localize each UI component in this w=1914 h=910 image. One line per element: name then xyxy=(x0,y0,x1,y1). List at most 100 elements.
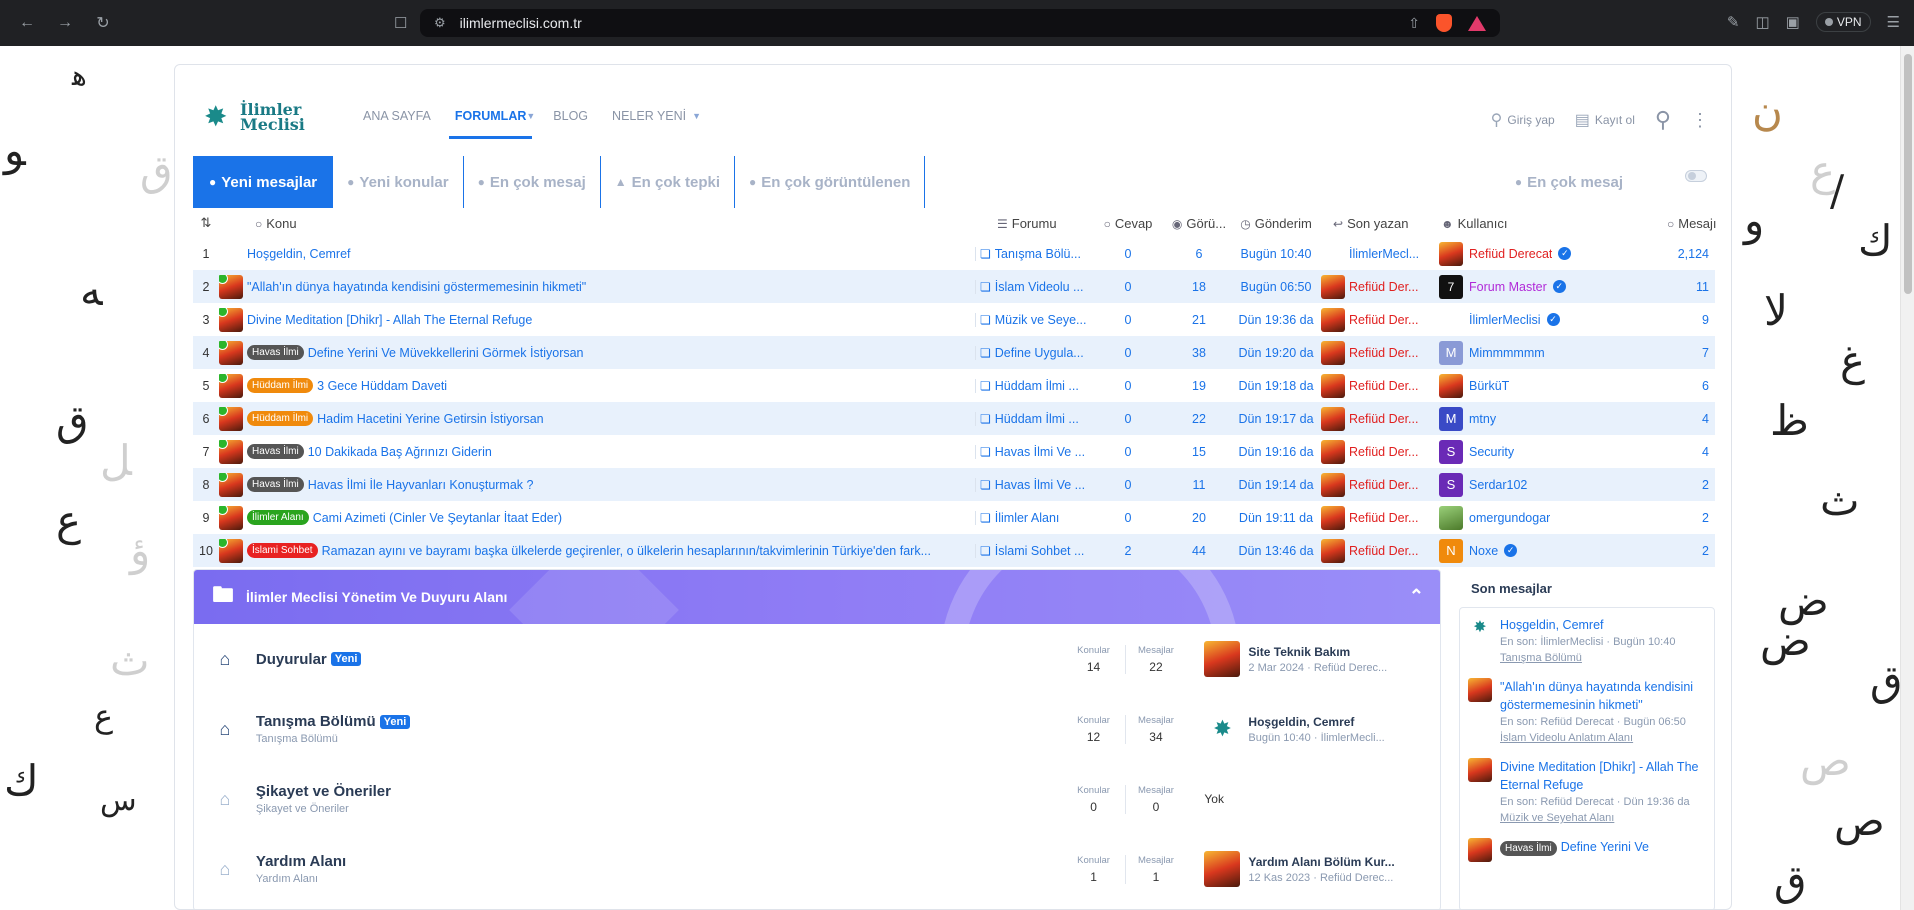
brave-shield-icon[interactable] xyxy=(1436,14,1452,32)
avatar[interactable] xyxy=(219,472,243,497)
share-icon[interactable]: ⇧ xyxy=(1408,15,1420,32)
post-date[interactable]: Dün 19:14 da xyxy=(1235,478,1317,492)
extensions-icon[interactable]: ✎ xyxy=(1727,13,1740,31)
topic-link[interactable]: Ramazan ayını ve bayramı başka ülkelerde… xyxy=(322,544,931,558)
vpn-button[interactable]: VPN xyxy=(1815,12,1871,32)
more-options-icon[interactable]: ⋮ xyxy=(1691,110,1709,131)
user-link[interactable]: Forum Master xyxy=(1469,280,1547,294)
user-link[interactable]: mtny xyxy=(1469,412,1496,426)
col-messages[interactable]: ○ Mesajı xyxy=(1667,216,1717,231)
avatar[interactable] xyxy=(1321,307,1345,332)
prefix-badge[interactable]: İlimler Alanı xyxy=(247,510,309,525)
topic-link[interactable]: 10 Dakikada Baş Ağrınızı Giderin xyxy=(308,445,492,459)
topic-link[interactable]: Define Yerini Ve Müvekkellerini Görmek İ… xyxy=(308,346,584,360)
layout-toggle[interactable] xyxy=(1685,170,1707,182)
nav-home[interactable]: ANA SAYFA xyxy=(351,109,443,139)
forward-icon[interactable]: → xyxy=(54,12,76,34)
avatar[interactable]: M xyxy=(1439,406,1463,431)
bookmark-icon[interactable]: ☐ xyxy=(394,14,407,32)
tab-most-viewed[interactable]: ● En çok görüntülenen xyxy=(735,156,926,208)
tab-new-topics[interactable]: ● Yeni konular xyxy=(333,156,464,208)
forum-link[interactable]: Hüddam İlmi ... xyxy=(995,379,1079,393)
url-text[interactable]: ilimlermeclisi.com.tr xyxy=(460,15,582,31)
post-date[interactable]: Bugün 10:40 xyxy=(1235,247,1317,261)
latest-post-forum-link[interactable]: Müzik ve Seyehat Alanı xyxy=(1500,810,1706,826)
topic-link[interactable]: Cami Azimeti (Cinler Ve Şeytanlar İtaat … xyxy=(313,511,562,525)
post-date[interactable]: Dün 19:16 da xyxy=(1235,445,1317,459)
latest-post-link[interactable]: "Allah'ın dünya hayatında kendisini göst… xyxy=(1500,680,1693,712)
col-user[interactable]: ☻ Kullanıcı xyxy=(1435,216,1667,231)
last-poster-link[interactable]: Refiüd Der... xyxy=(1349,511,1418,525)
avatar[interactable] xyxy=(1321,274,1345,299)
search-icon[interactable]: ⚲ xyxy=(1655,107,1671,133)
avatar[interactable] xyxy=(1468,838,1492,862)
col-last-poster[interactable]: ↩ Son yazan xyxy=(1317,216,1435,231)
avatar[interactable] xyxy=(1439,241,1463,266)
reply-count[interactable]: 2 xyxy=(1093,544,1163,558)
prefix-badge[interactable]: Hüddam İlmi xyxy=(247,378,314,393)
avatar[interactable] xyxy=(1321,340,1345,365)
forum-node-link[interactable]: Yardım Alanı xyxy=(256,853,346,870)
reload-icon[interactable]: ↻ xyxy=(92,12,114,34)
last-poster-link[interactable]: Refiüd Der... xyxy=(1349,445,1418,459)
category-header[interactable]: 🖿 İlimler Meclisi Yönetim Ve Duyuru Alan… xyxy=(194,570,1440,624)
avatar[interactable]: M xyxy=(1439,340,1463,365)
login-link[interactable]: ⚲ Giriş yap xyxy=(1491,110,1555,130)
avatar[interactable]: ✸ xyxy=(1204,711,1240,747)
avatar[interactable] xyxy=(1439,373,1463,398)
post-date[interactable]: Dün 19:20 da xyxy=(1235,346,1317,360)
avatar[interactable] xyxy=(1439,505,1463,530)
avatar[interactable]: 7 xyxy=(1439,274,1463,299)
forum-node-link[interactable]: Şikayet ve Öneriler xyxy=(256,783,391,800)
wallet-icon[interactable]: ▣ xyxy=(1786,13,1800,31)
post-date[interactable]: Dün 19:18 da xyxy=(1235,379,1317,393)
forum-link[interactable]: Havas İlmi Ve ... xyxy=(995,478,1085,492)
forum-link[interactable]: Müzik ve Seye... xyxy=(995,313,1087,327)
avatar[interactable]: S xyxy=(1439,439,1463,464)
brave-rewards-icon[interactable] xyxy=(1468,15,1486,31)
topic-link[interactable]: Divine Meditation [Dhikr] - Allah The Et… xyxy=(247,313,532,327)
latest-post-forum-link[interactable]: İslam Videolu Anlatım Alanı xyxy=(1500,730,1706,746)
forum-node-link[interactable]: Tanışma Bölümü xyxy=(256,713,376,730)
user-link[interactable]: İlimlerMeclisi xyxy=(1469,313,1541,327)
user-link[interactable]: omergundogar xyxy=(1469,511,1550,525)
avatar[interactable] xyxy=(1321,472,1345,497)
tab-top-posters[interactable]: ● En çok mesaj xyxy=(1515,156,1715,208)
last-post-title[interactable]: Yardım Alanı Bölüm Kur... xyxy=(1248,855,1398,869)
reply-count[interactable]: 0 xyxy=(1093,280,1163,294)
avatar[interactable]: S xyxy=(1439,472,1463,497)
post-date[interactable]: Dün 13:46 da xyxy=(1235,544,1317,558)
col-replies[interactable]: ○ Cevap xyxy=(1093,216,1163,231)
avatar[interactable] xyxy=(219,307,243,332)
avatar[interactable] xyxy=(219,439,243,464)
last-post-title[interactable]: Site Teknik Bakım xyxy=(1248,645,1398,659)
sidebar-icon[interactable]: ◫ xyxy=(1755,13,1769,31)
reply-count[interactable]: 0 xyxy=(1093,412,1163,426)
reply-count[interactable]: 0 xyxy=(1093,511,1163,525)
forum-node-link[interactable]: Duyurular xyxy=(256,651,327,668)
reply-count[interactable]: 0 xyxy=(1093,346,1163,360)
last-poster-link[interactable]: Refiüd Der... xyxy=(1349,478,1418,492)
topic-link[interactable]: Havas İlmi İle Hayvanları Konuşturmak ? xyxy=(308,478,534,492)
avatar[interactable] xyxy=(219,274,243,299)
latest-post-link[interactable]: Define Yerini Ve xyxy=(1561,840,1649,854)
topic-link[interactable]: Hoşgeldin, Cemref xyxy=(247,247,351,261)
forum-link[interactable]: İlimler Alanı xyxy=(995,511,1060,525)
avatar[interactable]: ✸ xyxy=(1468,616,1492,640)
avatar[interactable] xyxy=(1321,505,1345,530)
back-icon[interactable]: ← xyxy=(16,12,38,34)
user-link[interactable]: Noxe xyxy=(1469,544,1498,558)
avatar[interactable] xyxy=(1321,439,1345,464)
prefix-badge[interactable]: İslami Sohbet xyxy=(247,543,318,558)
nav-forums[interactable]: FORUMLAR xyxy=(448,109,533,139)
forum-link[interactable]: Tanışma Bölü... xyxy=(995,247,1081,261)
site-logo[interactable]: ✸ İlimler Meclisi xyxy=(204,102,305,133)
user-link[interactable]: Security xyxy=(1469,445,1514,459)
avatar[interactable] xyxy=(1321,406,1345,431)
prefix-badge[interactable]: Hüddam İlmi xyxy=(247,411,314,426)
topic-link[interactable]: "Allah'ın dünya hayatında kendisini göst… xyxy=(247,280,586,294)
avatar[interactable] xyxy=(219,373,243,398)
latest-post-link[interactable]: Hoşgeldin, Cemref xyxy=(1500,618,1604,632)
forum-link[interactable]: Havas İlmi Ve ... xyxy=(995,445,1085,459)
forum-link[interactable]: Define Uygula... xyxy=(995,346,1084,360)
